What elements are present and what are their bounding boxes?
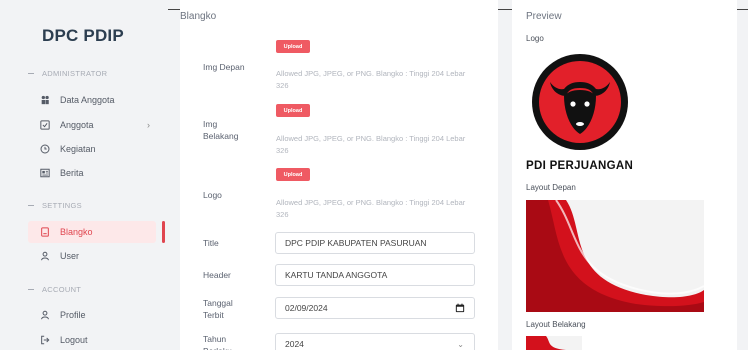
section-administrator: ADMINISTRATOR bbox=[28, 69, 107, 78]
sidebar-item-label: Profile bbox=[60, 310, 86, 320]
blangko-form-card: Blangko Upload Img Depan Allowed JPG, JP… bbox=[180, 0, 498, 350]
header-input[interactable]: KARTU TANDA ANGGOTA bbox=[275, 264, 475, 286]
form-title: Blangko bbox=[180, 11, 217, 22]
users-icon bbox=[40, 95, 58, 105]
clock-icon bbox=[40, 144, 58, 154]
document-icon bbox=[40, 227, 58, 237]
img-belakang-label: Img Belakang bbox=[203, 119, 239, 141]
tanggal-terbit-date-input[interactable]: 02/09/2024 bbox=[275, 297, 475, 319]
preview-title: Preview bbox=[526, 11, 562, 22]
brand-title[interactable]: DPC PDIP bbox=[42, 26, 124, 46]
active-indicator bbox=[162, 221, 165, 243]
logo-help: Allowed JPG, JPEG, or PNG. Blangko : Tin… bbox=[276, 198, 466, 219]
sidebar-item-user[interactable]: User bbox=[28, 245, 156, 267]
sidebar-item-label: Berita bbox=[60, 168, 84, 178]
upload-img-belakang-button[interactable]: Upload bbox=[276, 104, 310, 117]
sidebar-item-logout[interactable]: Logout bbox=[28, 329, 156, 350]
newspaper-icon bbox=[40, 168, 58, 178]
tanggal-terbit-value: 02/09/2024 bbox=[285, 303, 328, 313]
preview-card: Preview Logo PDI PERJUANGAN Layout Depan… bbox=[512, 0, 737, 350]
upload-logo-button[interactable]: Upload bbox=[276, 168, 310, 181]
sidebar-item-label: User bbox=[60, 251, 80, 261]
user-icon bbox=[40, 251, 58, 261]
upload-img-depan-button[interactable]: Upload bbox=[276, 40, 310, 53]
pdip-logo-image bbox=[530, 52, 630, 152]
tahun-berlaku-value: 2024 bbox=[285, 339, 304, 349]
sidebar-item-berita[interactable]: Berita bbox=[28, 162, 156, 184]
tahun-berlaku-select[interactable]: 2024 ⌄ bbox=[275, 333, 475, 350]
sidebar-item-blangko[interactable]: Blangko bbox=[28, 221, 156, 243]
tahun-berlaku-label: Tahun Berlaku bbox=[203, 334, 232, 350]
id-card-icon bbox=[40, 120, 58, 130]
sidebar-item-profile[interactable]: Profile bbox=[28, 304, 156, 326]
title-input[interactable]: DPC PDIP KABUPATEN PASURUAN bbox=[275, 232, 475, 254]
img-belakang-help: Allowed JPG, JPEG, or PNG. Blangko : Tin… bbox=[276, 134, 466, 155]
calendar-icon[interactable] bbox=[455, 303, 465, 315]
header-input-value: KARTU TANDA ANGGOTA bbox=[285, 270, 388, 280]
sidebar-item-anggota[interactable]: Anggota › bbox=[28, 114, 156, 136]
logo-label: Logo bbox=[203, 190, 222, 200]
logout-icon bbox=[40, 335, 58, 345]
sidebar-item-kegiatan[interactable]: Kegiatan bbox=[28, 138, 156, 160]
sidebar-item-label: Blangko bbox=[60, 227, 93, 237]
section-account: ACCOUNT bbox=[28, 285, 81, 294]
layout-depan-image bbox=[526, 200, 704, 312]
sidebar-item-label: Anggota bbox=[60, 120, 94, 130]
sidebar-item-label: Data Anggota bbox=[60, 95, 115, 105]
chevron-down-icon: ⌄ bbox=[457, 339, 464, 349]
img-depan-label: Img Depan bbox=[203, 62, 245, 72]
sidebar-item-data-anggota[interactable]: Data Anggota bbox=[28, 89, 156, 111]
sidebar-item-label: Logout bbox=[60, 335, 88, 345]
tanggal-terbit-label: Tanggal Terbit bbox=[203, 298, 233, 320]
title-label: Title bbox=[203, 238, 219, 248]
img-depan-help: Allowed JPG, JPEG, or PNG. Blangko : Tin… bbox=[276, 69, 466, 90]
layout-belakang-image bbox=[526, 336, 582, 350]
profile-icon bbox=[40, 310, 58, 320]
sidebar: DPC PDIP ADMINISTRATOR Data Anggota Angg… bbox=[0, 0, 168, 350]
layout-depan-label: Layout Depan bbox=[526, 183, 576, 192]
logo-wordmark: PDI PERJUANGAN bbox=[526, 160, 634, 172]
chevron-right-icon: › bbox=[147, 120, 150, 130]
section-settings: SETTINGS bbox=[28, 201, 82, 210]
header-label: Header bbox=[203, 270, 231, 280]
layout-belakang-label: Layout Belakang bbox=[526, 320, 586, 329]
title-input-value: DPC PDIP KABUPATEN PASURUAN bbox=[285, 238, 427, 248]
preview-logo-label: Logo bbox=[526, 34, 544, 43]
sidebar-item-label: Kegiatan bbox=[60, 144, 96, 154]
